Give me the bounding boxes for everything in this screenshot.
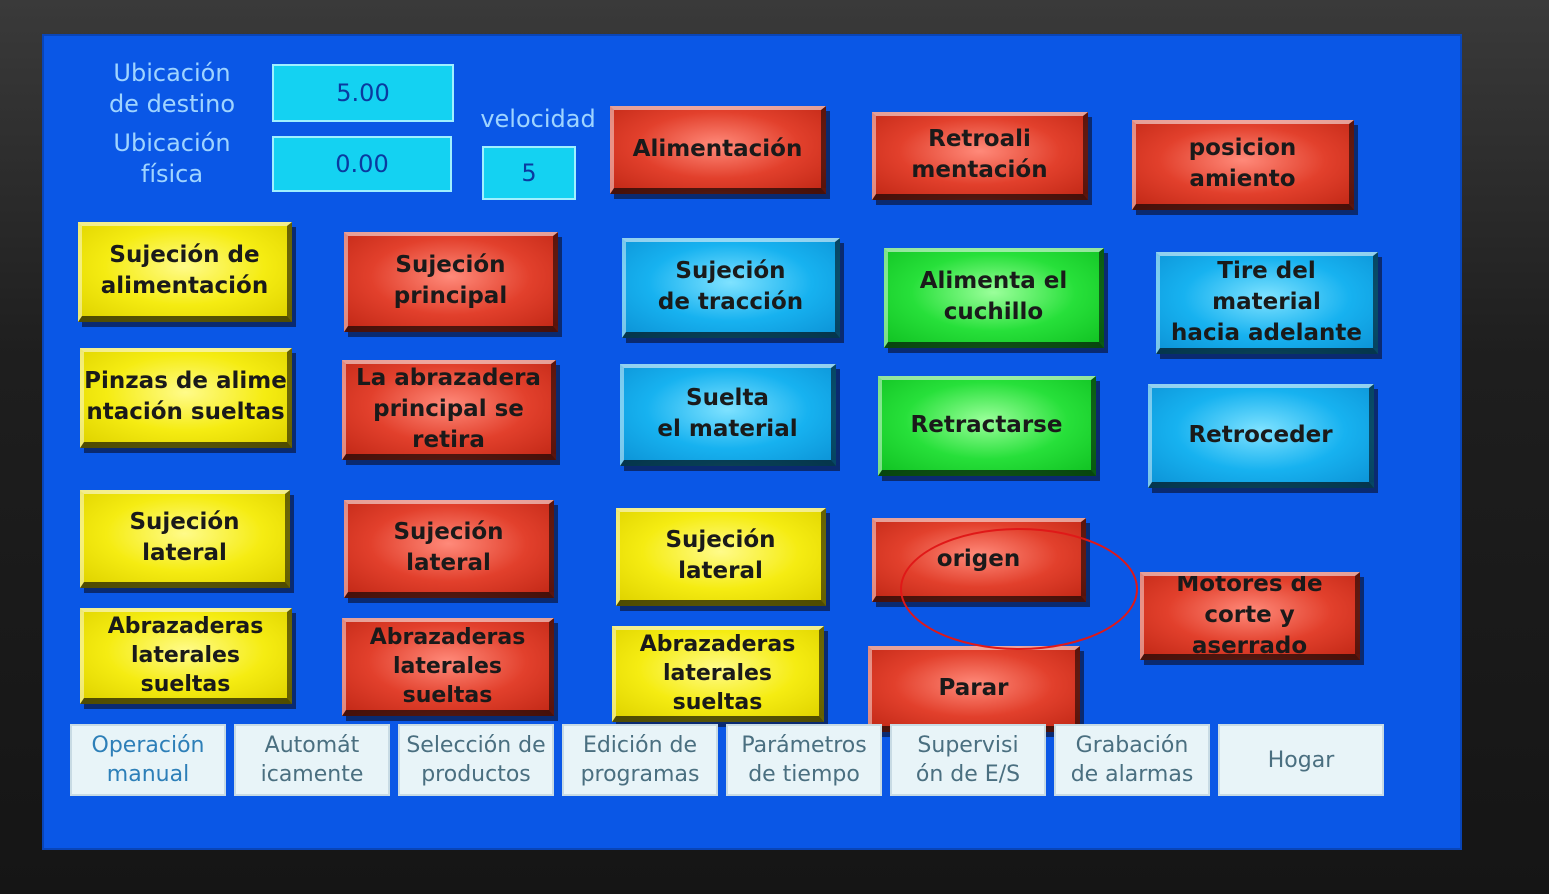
tire-material-button[interactable]: Tire del material hacia adelante (1156, 252, 1378, 354)
retractarse-button[interactable]: Retractarse (878, 376, 1096, 476)
target-location-field[interactable]: 5.00 (272, 64, 454, 122)
posicionamiento-button[interactable]: posicion amiento (1132, 120, 1354, 210)
tab-seleccion-productos[interactable]: Selección de productos (398, 724, 554, 796)
retroceder-button[interactable]: Retroceder (1148, 384, 1374, 488)
hmi-screen: Ubicación de destino 5.00 Ubicación físi… (42, 34, 1462, 850)
alimentacion-button[interactable]: Alimentación (610, 106, 826, 194)
sujecion-lateral-button-3[interactable]: Sujeción lateral (616, 508, 826, 606)
retroalimentacion-button[interactable]: Retroali mentación (872, 112, 1088, 200)
pinzas-sueltas-button[interactable]: Pinzas de alime ntación sueltas (80, 348, 292, 448)
speed-field[interactable]: 5 (482, 146, 576, 200)
abrazaderas-sueltas-button-2[interactable]: Abrazaderas laterales sueltas (342, 618, 554, 716)
abrazadera-principal-retira-button[interactable]: La abrazadera principal se retira (342, 360, 556, 460)
target-location-label: Ubicación de destino (108, 59, 236, 118)
speed-label: velocidad (480, 105, 596, 133)
sujecion-alimentacion-button[interactable]: Sujeción de alimentación (78, 222, 292, 322)
alimenta-cuchillo-button[interactable]: Alimenta el cuchillo (884, 248, 1104, 348)
abrazaderas-sueltas-button-3[interactable]: Abrazaderas laterales sueltas (612, 626, 824, 722)
suelta-material-button[interactable]: Suelta el material (620, 364, 836, 466)
physical-location-label: Ubicación física (113, 129, 231, 188)
tab-hogar[interactable]: Hogar (1218, 724, 1384, 796)
motores-corte-button[interactable]: Motores de corte y aserrado (1140, 572, 1360, 660)
tab-edicion-programas[interactable]: Edición de programas (562, 724, 718, 796)
physical-location-field: 0.00 (272, 136, 452, 192)
parar-button[interactable]: Parar (868, 646, 1080, 732)
abrazaderas-sueltas-button-1[interactable]: Abrazaderas laterales sueltas (80, 608, 292, 704)
tab-parametros-tiempo[interactable]: Parámetros de tiempo (726, 724, 882, 796)
tab-grabacion-alarmas[interactable]: Grabación de alarmas (1054, 724, 1210, 796)
sujecion-lateral-button-1[interactable]: Sujeción lateral (80, 490, 290, 588)
sujecion-principal-button[interactable]: Sujeción principal (344, 232, 558, 332)
annotation-circle (900, 528, 1138, 650)
tab-operacion-manual[interactable]: Operación manual (70, 724, 226, 796)
tab-supervision-es[interactable]: Supervisi ón de E/S (890, 724, 1046, 796)
sujecion-lateral-button-2[interactable]: Sujeción lateral (344, 500, 554, 598)
sujecion-traccion-button[interactable]: Sujeción de tracción (622, 238, 840, 338)
tab-automaticamente[interactable]: Automát icamente (234, 724, 390, 796)
